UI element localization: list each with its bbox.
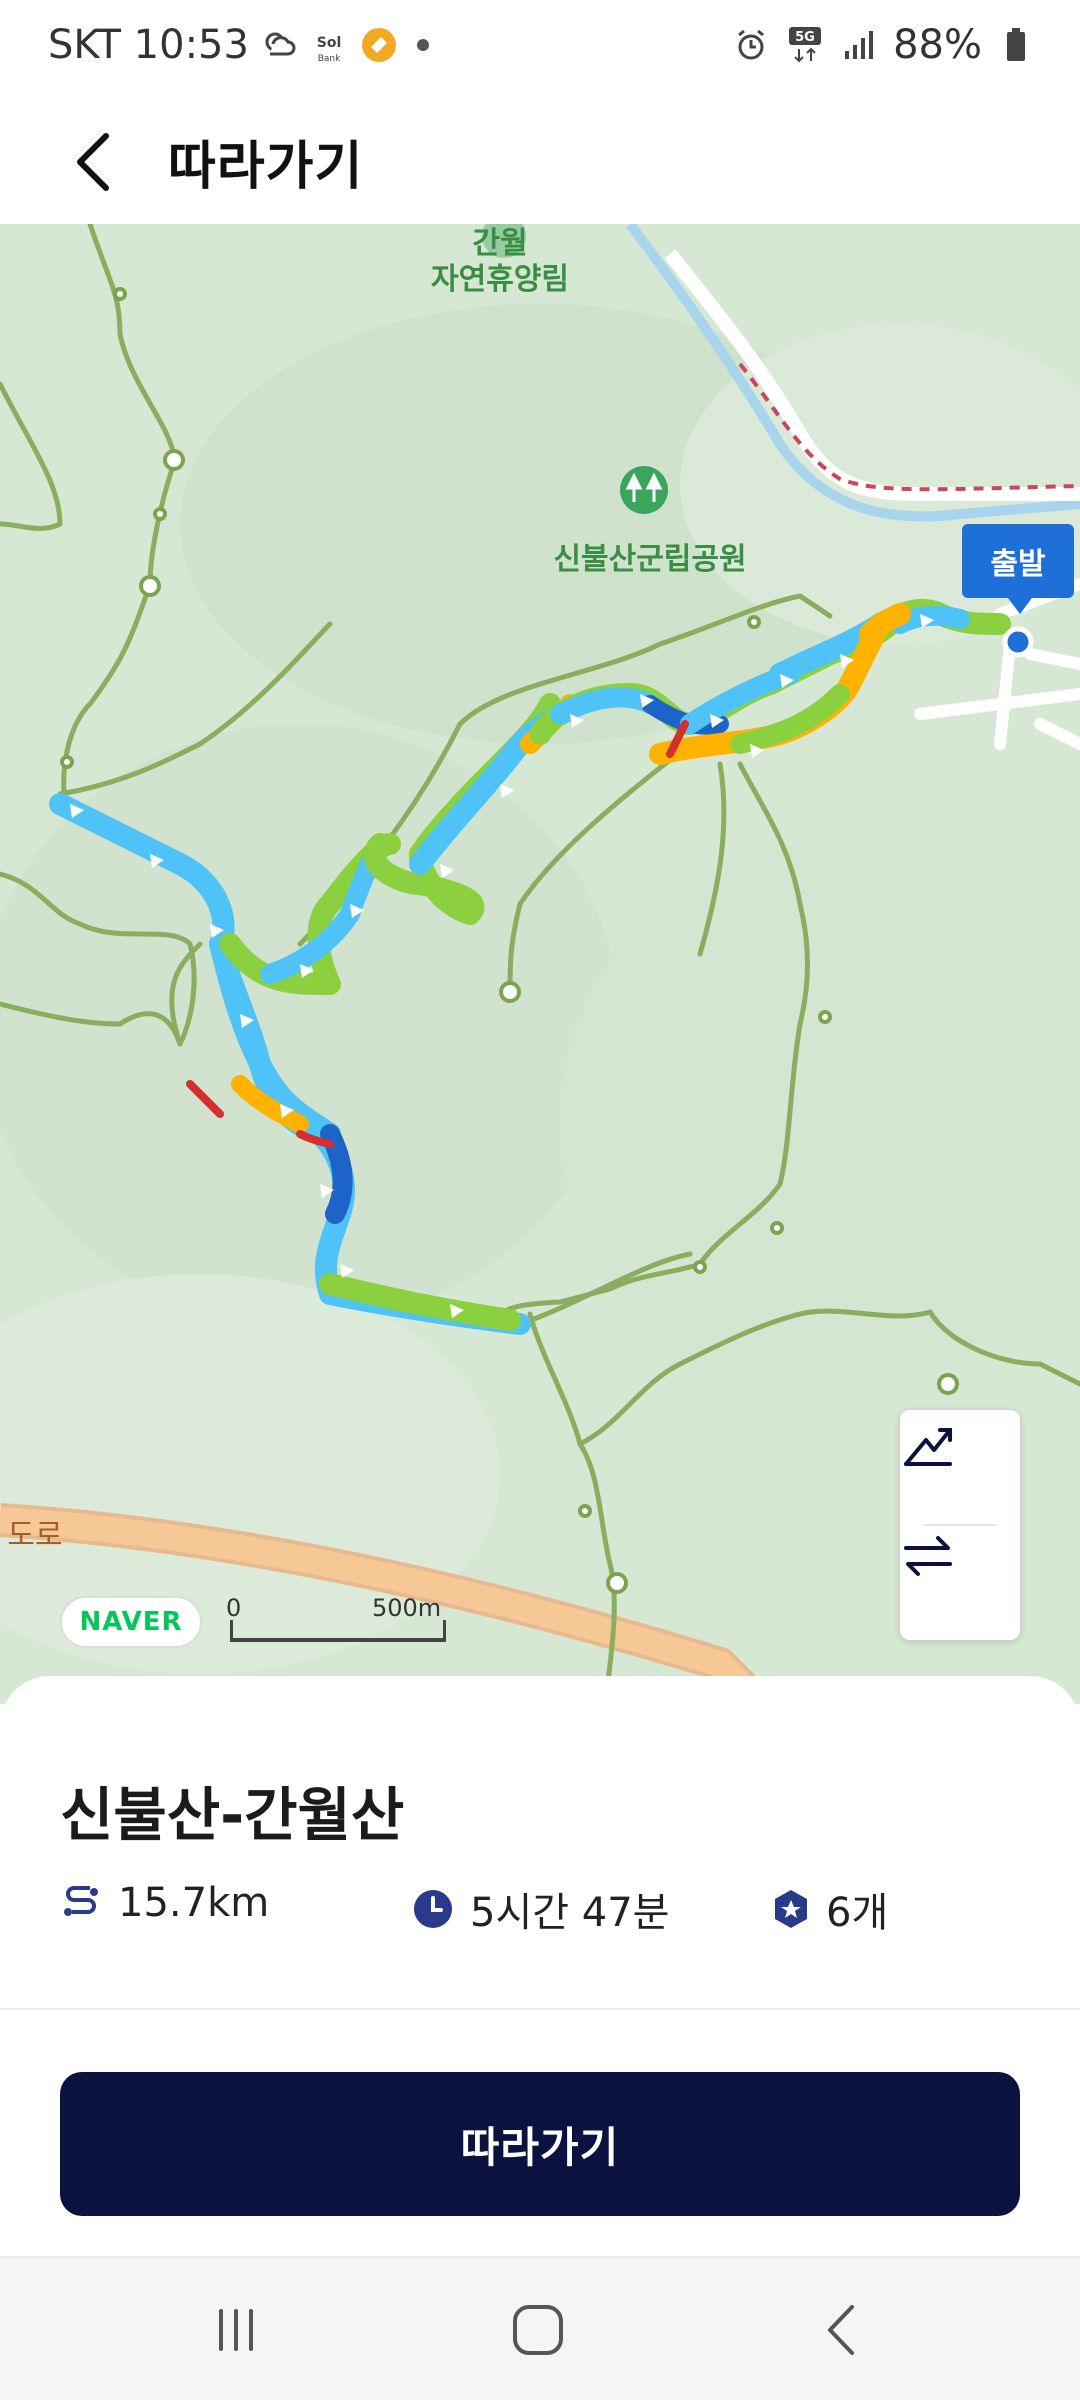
- svg-text:Bank: Bank: [318, 54, 341, 64]
- badge-star-icon: [775, 1890, 807, 1928]
- start-point: [1002, 626, 1034, 658]
- clock-icon: [414, 1890, 452, 1928]
- course-sheet: 신불산-간월산 15.7km 5시간 47분 6개 따라가기: [0, 1676, 1080, 2256]
- alarm-icon: [731, 25, 771, 65]
- status-bar: SKT 10:53 Sol Bank 5G 88%: [0, 0, 1080, 100]
- elevation-icon: [904, 1428, 952, 1466]
- checkpoint-stat: 6개: [772, 1880, 888, 1938]
- map-controls: [900, 1410, 1020, 1640]
- battery-percent: 88%: [893, 22, 982, 68]
- route-map[interactable]: 간월 자연휴양림 신불산군립공원 도로 출발 NAVER 0 500m: [0, 224, 1080, 1704]
- scale-zero-label: 0: [226, 1594, 242, 1622]
- back-button[interactable]: [50, 120, 134, 204]
- recent-apps-button[interactable]: [186, 2294, 286, 2366]
- page-title: 따라가기: [168, 137, 364, 197]
- system-back-button[interactable]: [792, 2294, 892, 2366]
- swap-direction-icon: [904, 1536, 952, 1576]
- notification-dot-icon: [416, 39, 429, 51]
- map-label-road: 도로: [7, 1518, 63, 1553]
- section-divider: [0, 2008, 1080, 2010]
- home-icon: [513, 2305, 563, 2355]
- scale-distance-label: 500m: [372, 1594, 442, 1622]
- scale-line: [230, 1638, 446, 1642]
- scale-tick: [443, 1620, 446, 1642]
- duration-value: 5시간 47분: [470, 1890, 670, 1936]
- control-divider: [924, 1524, 996, 1526]
- naver-logo: NAVER: [60, 1596, 202, 1648]
- delivery-app-icon: [359, 25, 399, 65]
- elevation-button[interactable]: [900, 1416, 1020, 1526]
- svg-text:5G: 5G: [795, 30, 815, 45]
- course-title: 신불산-간월산: [60, 1781, 405, 1849]
- distance-stat: 15.7km: [60, 1880, 269, 1926]
- distance-value: 15.7km: [118, 1880, 270, 1926]
- duration-stat: 5시간 47분: [412, 1880, 669, 1938]
- 5g-icon: 5G: [785, 25, 825, 65]
- park-icon: [620, 466, 668, 514]
- swap-direction-button[interactable]: [900, 1528, 1020, 1638]
- weather-icon: [259, 25, 299, 65]
- back-icon: [828, 2305, 854, 2355]
- signal-icon: [839, 25, 879, 65]
- carrier-time: SKT 10:53: [48, 22, 249, 68]
- route-distance-icon: [64, 1886, 98, 1916]
- checkpoint-value: 6개: [826, 1890, 889, 1936]
- map-label-forest: 간월 자연휴양림: [431, 226, 569, 297]
- app-header: 따라가기: [0, 100, 1080, 224]
- follow-button[interactable]: 따라가기: [60, 2072, 1020, 2216]
- chevron-left-icon: [77, 133, 109, 191]
- home-button[interactable]: [488, 2294, 588, 2366]
- recent-apps-icon: [219, 2309, 253, 2351]
- course-stats: 15.7km 5시간 47분 6개: [60, 1880, 1040, 1944]
- svg-text:Sol: Sol: [317, 35, 342, 51]
- system-nav-bar: [0, 2256, 1080, 2400]
- map-scale: 0 500m: [226, 1594, 446, 1650]
- battery-icon: [996, 25, 1036, 65]
- start-marker: 출발: [962, 524, 1074, 614]
- bank-app-icon: Sol Bank: [309, 25, 349, 65]
- map-label-park: 신불산군립공원: [553, 542, 747, 577]
